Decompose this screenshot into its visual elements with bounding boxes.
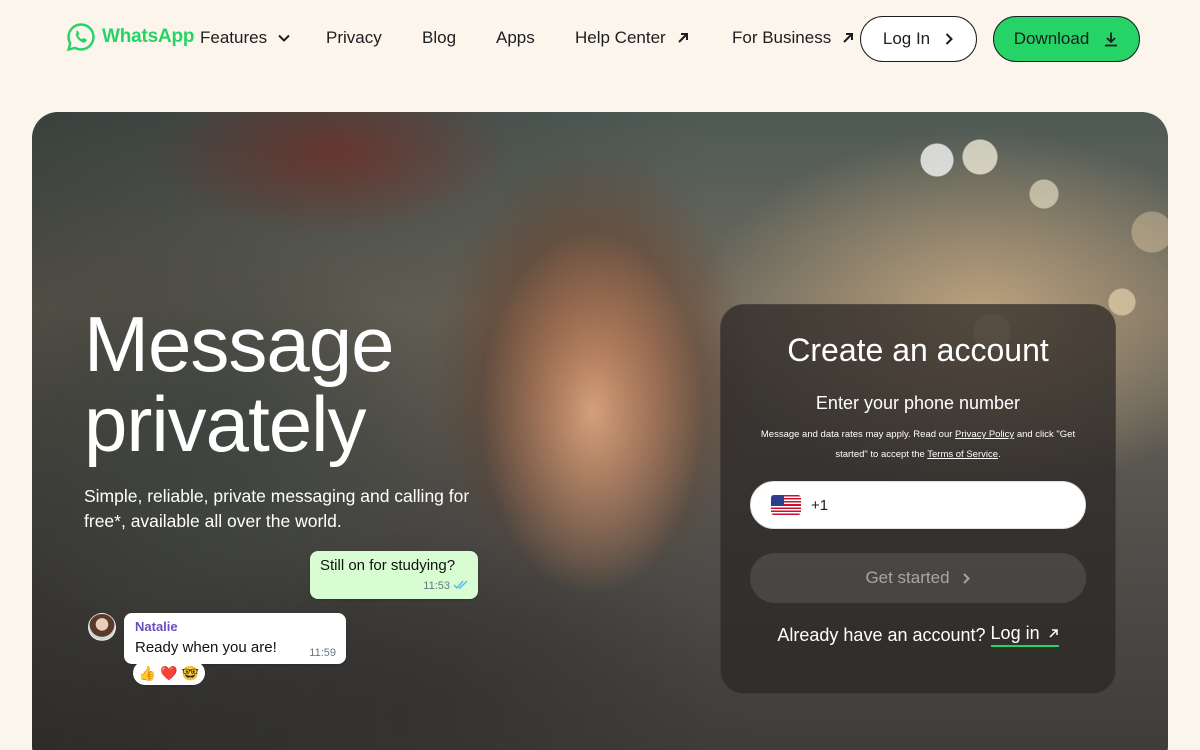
chevron-down-icon [278,34,290,42]
message-reactions: 👍 ❤️ 🤓 [133,661,205,685]
login-link[interactable]: Log in [990,623,1059,647]
external-arrow-icon [843,33,854,43]
incoming-message-time: 11:59 [309,647,336,659]
download-button-label: Download [1013,29,1090,48]
login-link-label: Log in [990,623,1040,643]
download-icon [1105,32,1118,47]
dial-code: +1 [811,496,829,514]
incoming-message-text: Ready when you are! [135,639,277,656]
login-button[interactable]: Log In [860,16,977,62]
top-navigation: WhatsApp Features Privacy Blog Apps Help… [0,0,1200,76]
us-flag-icon[interactable] [771,495,801,515]
card-title: Create an account [787,332,1049,368]
nerd-face-icon: 🤓 [181,664,200,681]
nav-privacy[interactable]: Privacy [326,26,382,50]
heart-icon: ❤️ [160,664,178,681]
card-subtitle: Enter your phone number [815,393,1021,413]
outgoing-message-text: Still on for studying? [320,557,456,574]
whatsapp-logo[interactable]: WhatsApp [66,22,195,52]
hero-subtitle: Simple, reliable, private messaging and … [84,486,470,531]
privacy-policy-link[interactable]: Privacy Policy [955,429,1014,440]
outgoing-message-time: 11:53 [423,580,450,592]
fine-print-text: Message and data rates may apply. Read o… [760,429,953,440]
nav-help-center[interactable]: Help Center [575,26,690,50]
get-started-button[interactable]: Get started [750,553,1086,603]
external-arrow-icon [678,33,688,43]
whatsapp-icon [66,23,95,52]
download-button[interactable]: Download [993,16,1140,62]
nav-blog-label: Blog [422,28,457,47]
phone-number-field[interactable]: +1 [750,481,1086,529]
nav-apps[interactable]: Apps [496,26,535,50]
fine-print-text: . [998,449,1001,460]
nav-privacy-label: Privacy [326,28,382,47]
double-check-icon [453,580,468,590]
login-button-label: Log In [882,29,931,48]
sender-name: Natalie [135,619,178,634]
nav-features[interactable]: Features [200,26,291,50]
login-prompt-text: Already have an account? [777,624,986,645]
nav-for-business-label: For Business [732,28,832,47]
fine-print: Message and data rates may apply. Read o… [748,425,1088,465]
hero-title: Message privately [84,300,394,468]
nav-features-label: Features [200,28,268,47]
brand-name: WhatsApp [102,26,195,47]
incoming-message-bubble: Natalie Ready when you are! 11:59 [124,613,346,664]
chevron-right-icon [945,33,954,45]
nav-help-center-label: Help Center [575,28,666,47]
nav-apps-label: Apps [496,28,535,47]
avatar [88,613,116,641]
nav-for-business[interactable]: For Business [732,26,855,50]
thumbs-up-icon: 👍 [138,664,157,681]
get-started-label: Get started [865,568,950,587]
external-arrow-icon [1049,629,1058,638]
login-prompt: Already have an account? Log in [720,623,1116,647]
nav-blog[interactable]: Blog [422,26,456,50]
terms-of-service-link[interactable]: Terms of Service [927,449,998,460]
chevron-right-icon [962,572,970,584]
create-account-card: Create an account Enter your phone numbe… [720,304,1116,694]
outgoing-message-bubble: Still on for studying? 11:53 [310,551,478,599]
